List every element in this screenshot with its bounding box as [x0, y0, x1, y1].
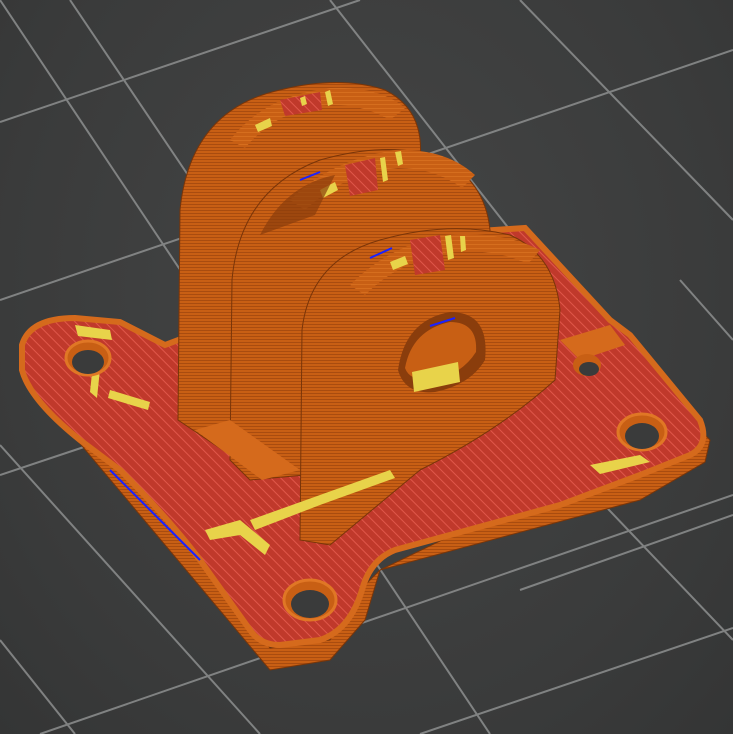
- circle-hole-icon: [64, 339, 112, 377]
- 3d-preview-viewport[interactable]: [0, 0, 733, 734]
- circle-hole-icon: [616, 412, 668, 452]
- gcode-preview-canvas[interactable]: [0, 0, 733, 734]
- circle-hole-icon: [573, 354, 601, 376]
- circle-hole-icon: [282, 578, 338, 622]
